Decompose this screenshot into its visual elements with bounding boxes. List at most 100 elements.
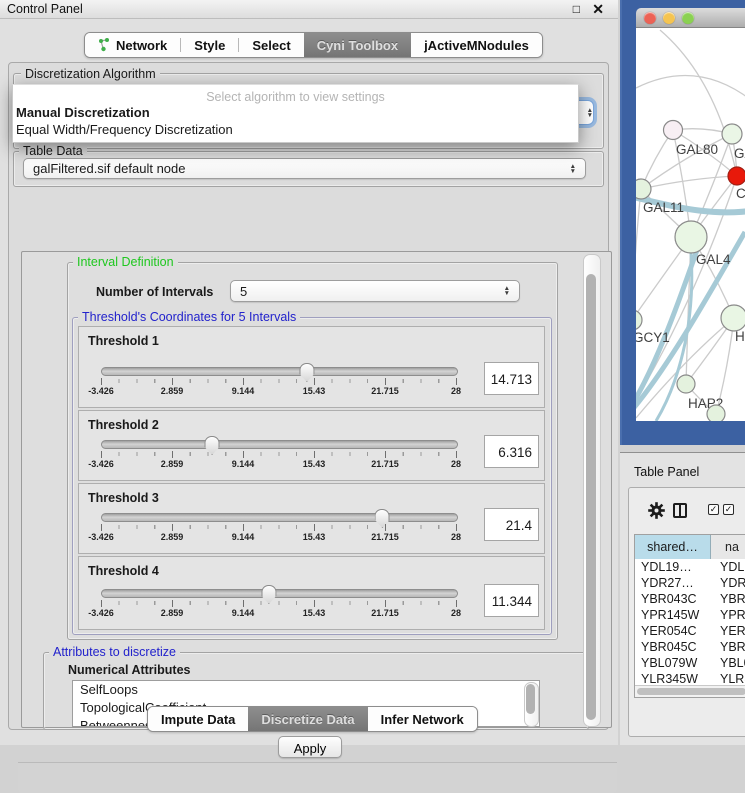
network-node-label: GAL4	[696, 252, 731, 267]
numerical-attributes-label: Numerical Attributes	[68, 663, 190, 677]
network-window: GAL80GACGAL11GAL4GCY1HHAP2	[636, 8, 745, 421]
slider-track[interactable]	[101, 589, 458, 598]
network-node-label: C	[736, 186, 745, 201]
checkbox-checked-icon[interactable]: ✓	[708, 504, 719, 515]
threshold-slider-1[interactable]: -3.4262.8599.14415.4321.71528	[101, 365, 456, 399]
network-node-hap2[interactable]	[677, 375, 695, 393]
network-node-gal4[interactable]	[675, 221, 707, 253]
algorithm-option-equal-width-frequency-discretization[interactable]: Equal Width/Frequency Discretization	[16, 122, 233, 137]
bottom-tab-infer-network[interactable]: Infer Network	[368, 707, 477, 731]
settings-vertical-scrollbar[interactable]	[583, 254, 601, 727]
bottom-tab-discretize-data[interactable]: Discretize Data	[248, 707, 367, 731]
slider-track[interactable]	[101, 367, 458, 376]
network-canvas[interactable]: GAL80GACGAL11GAL4GCY1HHAP2	[636, 28, 745, 421]
zoom-traffic-light[interactable]	[682, 12, 694, 24]
tab-network[interactable]: Network	[85, 33, 180, 57]
table-cell-name[interactable]: YDR2	[711, 575, 745, 591]
network-view-frame: GAL80GACGAL11GAL4GCY1HHAP2	[620, 0, 745, 445]
slider-major-tick	[456, 451, 457, 458]
table-cell-shared-name[interactable]: YPR145W	[635, 607, 711, 623]
table-panel-title: Table Panel	[634, 465, 699, 479]
slider-major-tick	[456, 378, 457, 385]
threshold-value-field[interactable]: 6.316	[484, 435, 539, 468]
column-split-icon[interactable]	[673, 503, 687, 518]
network-window-titlebar[interactable]	[636, 8, 745, 28]
table-cell-shared-name[interactable]: YER054C	[635, 623, 711, 639]
float-icon[interactable]: □	[573, 0, 580, 19]
slider-minor-ticks	[101, 601, 456, 605]
slider-tick-label: 21.715	[371, 386, 399, 396]
attributes-list-scrollbar[interactable]	[524, 682, 539, 727]
tab-cyni-toolbox[interactable]: Cyni Toolbox	[304, 33, 411, 57]
control-panel-window: Control Panel □ ✕ NetworkStyleSelectCyni…	[0, 0, 618, 745]
slider-tick-label: -3.426	[88, 386, 114, 396]
table-cell-name[interactable]: YBL0	[711, 655, 745, 671]
attribute-item-selfloops[interactable]: SelfLoops	[73, 681, 539, 699]
table-row[interactable]: YPR145WYPR1	[635, 607, 745, 623]
tab-style[interactable]: Style	[181, 33, 238, 57]
tab-jactivemnodules[interactable]: jActiveMNodules	[411, 33, 542, 57]
algorithm-option-manual-discretization[interactable]: Manual Discretization	[16, 105, 150, 120]
threshold-slider-2[interactable]: -3.4262.8599.14415.4321.71528	[101, 438, 456, 472]
close-traffic-light[interactable]	[644, 12, 656, 24]
threshold-value-field[interactable]: 14.713	[484, 362, 539, 395]
checkbox-checked-icon[interactable]: ✓	[723, 504, 734, 515]
threshold-label: Threshold 2	[88, 418, 159, 432]
network-node-gcy1[interactable]	[636, 310, 642, 330]
table-cell-name[interactable]: YDL1	[711, 559, 745, 575]
table-cell-name[interactable]: YBR0	[711, 591, 745, 607]
table-cell-name[interactable]: YER0	[711, 623, 745, 639]
slider-tick-label: 28	[451, 459, 461, 469]
apply-button[interactable]: Apply	[278, 736, 342, 758]
threshold-value-field[interactable]: 21.4	[484, 508, 539, 541]
table-row[interactable]: YBR045CYBR0	[635, 639, 745, 655]
slider-track[interactable]	[101, 513, 458, 522]
table-cell-shared-name[interactable]: YBL079W	[635, 655, 711, 671]
slider-tick-label: -3.426	[88, 608, 114, 618]
table-cell-name[interactable]: YPR1	[711, 607, 745, 623]
table-row[interactable]: YER054CYER0	[635, 623, 745, 639]
table-cell-shared-name[interactable]: YDL19…	[635, 559, 711, 575]
slider-major-tick	[101, 451, 102, 458]
table-row[interactable]: YDL19…YDL1	[635, 559, 745, 575]
close-icon[interactable]: ✕	[592, 0, 604, 19]
bottom-tab-discretize-data-label: Discretize Data	[261, 712, 354, 727]
table-cell-shared-name[interactable]: YDR27…	[635, 575, 711, 591]
table-data-combobox[interactable]: galFiltered.sif default node ▲▼	[23, 158, 586, 179]
slider-tick-label: 28	[451, 532, 461, 542]
table-row[interactable]: YBL079WYBL0	[635, 655, 745, 671]
table-row[interactable]: YBR043CYBR0	[635, 591, 745, 607]
network-node-gal11[interactable]	[636, 179, 651, 199]
slider-major-tick	[456, 524, 457, 531]
bottom-tab-impute-data[interactable]: Impute Data	[148, 707, 248, 731]
table-cell-shared-name[interactable]: YBR045C	[635, 639, 711, 655]
tab-select[interactable]: Select	[239, 33, 303, 57]
threshold-slider-3[interactable]: -3.4262.8599.14415.4321.71528	[101, 511, 456, 545]
table-cell-shared-name[interactable]: YBR043C	[635, 591, 711, 607]
column-header-shared-name[interactable]: shared…	[635, 535, 711, 559]
bottom-tab-band	[18, 762, 617, 793]
slider-tick-label: 2.859	[161, 532, 184, 542]
network-node-ga[interactable]	[722, 124, 742, 144]
slider-tick-label: 2.859	[161, 608, 184, 618]
slider-major-tick	[243, 378, 244, 385]
gear-icon[interactable]	[648, 502, 665, 524]
threshold-slider-4[interactable]: -3.4262.8599.14415.4321.71528	[101, 587, 456, 621]
slider-track[interactable]	[101, 440, 458, 449]
combo-stepper-icon: ▲▼	[587, 108, 593, 118]
column-header-name[interactable]: na	[711, 535, 745, 559]
network-node-gal80[interactable]	[664, 121, 683, 140]
network-edge	[636, 76, 745, 101]
table-cell-name[interactable]: YBR0	[711, 639, 745, 655]
network-node[interactable]	[707, 405, 725, 421]
algorithm-dropdown-popup: Select algorithm to view settings Manual…	[12, 84, 579, 143]
slider-tick-label: 9.144	[232, 386, 255, 396]
table-horizontal-scrollbar[interactable]	[635, 685, 745, 697]
minimize-traffic-light[interactable]	[663, 12, 675, 24]
table-row[interactable]: YDR27…YDR2	[635, 575, 745, 591]
slider-tick-label: 15.43	[303, 532, 326, 542]
number-of-intervals-combobox[interactable]: 5 ▲▼	[230, 280, 520, 302]
threshold-value-field[interactable]: 11.344	[484, 584, 539, 617]
network-node-h[interactable]	[721, 305, 745, 331]
network-node-c[interactable]	[728, 167, 745, 185]
